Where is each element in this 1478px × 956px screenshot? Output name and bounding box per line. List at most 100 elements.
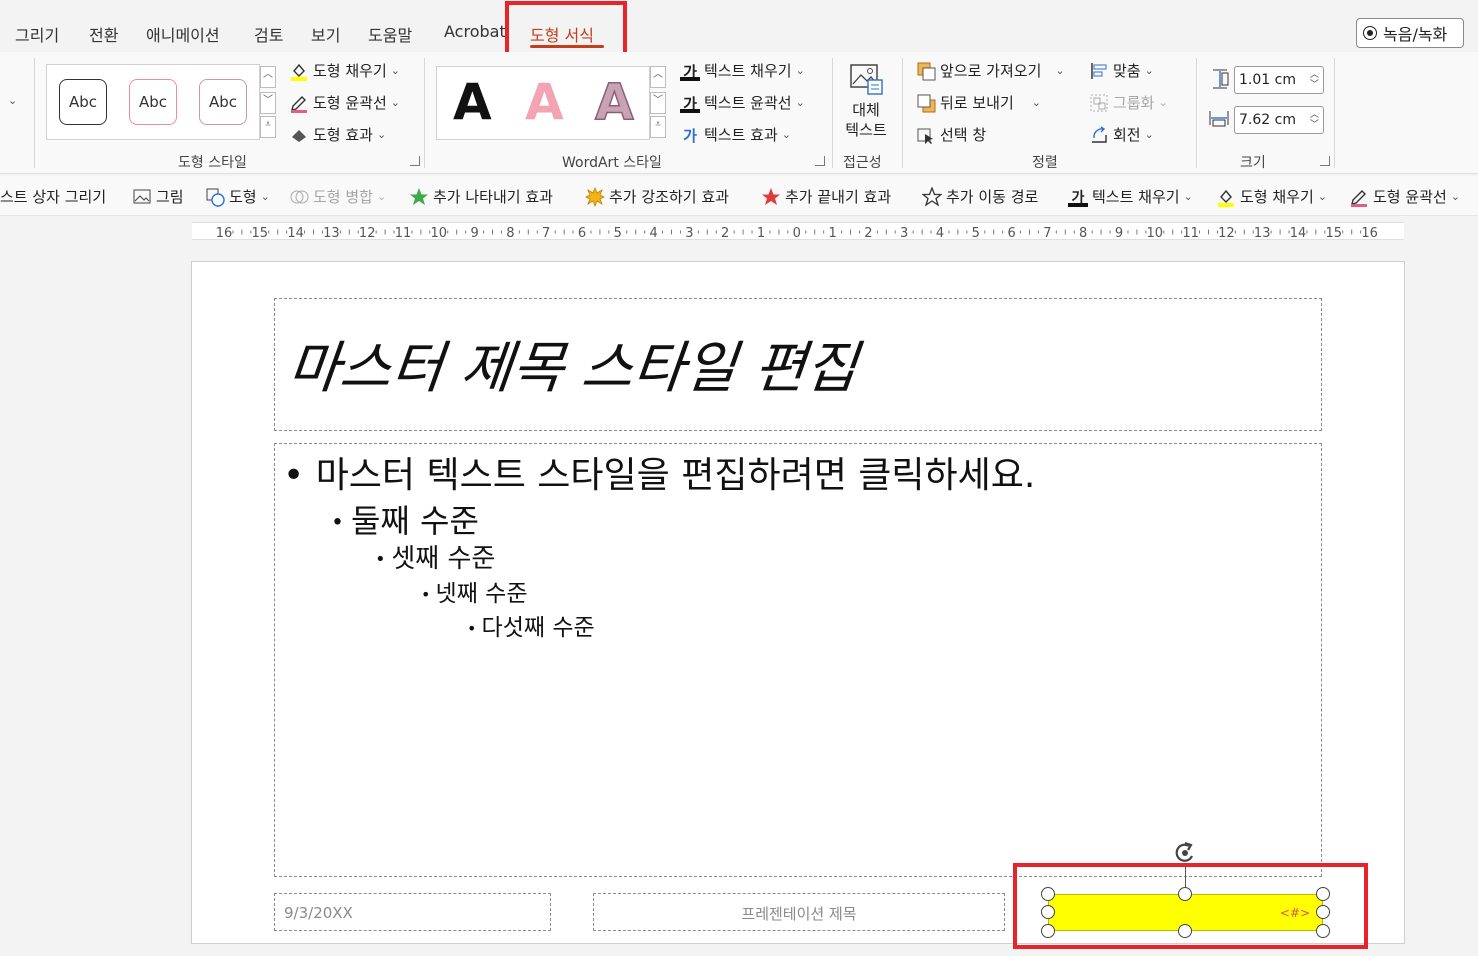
qat-shape-outline-button[interactable]: 도형 윤곽선 ⌄: [1349, 186, 1460, 207]
wordart-scroll-down-icon[interactable]: ﹀: [650, 92, 666, 114]
shape-effects-button[interactable]: 도형 효과 ⌄: [289, 124, 386, 145]
ruler-label: 13: [323, 226, 340, 241]
alt-text-icon: [848, 62, 884, 96]
align-button[interactable]: 맞춤 ⌄: [1089, 60, 1154, 81]
dialog-launcher-icon[interactable]: [410, 156, 420, 166]
date-text: 9/3/20XX: [284, 904, 353, 922]
shape-effects-icon: [289, 125, 309, 145]
pencil-icon: [1349, 187, 1369, 207]
gallery-more-icon[interactable]: ⩡: [260, 116, 276, 138]
shape-fill-button[interactable]: 도형 채우기 ⌄: [289, 60, 400, 81]
exit-effect-button[interactable]: 추가 끝내기 효과: [761, 186, 891, 207]
bullet-level-4-text: 넷째 수준: [435, 581, 528, 607]
alt-text-button[interactable]: 대체 텍스트: [842, 62, 890, 140]
text-effects-icon: 가: [683, 126, 697, 145]
send-backward-button[interactable]: 뒤로 보내기 ⌄: [916, 92, 1041, 113]
shape-width-input[interactable]: 7.62 cm ︿ ﹀: [1234, 106, 1324, 134]
wordart-scroll-up-icon[interactable]: ︿: [650, 66, 666, 88]
selection-pane-button[interactable]: 선택 창: [916, 124, 986, 145]
ruler-label: 6: [1007, 226, 1015, 241]
selection-pane-label: 선택 창: [940, 126, 987, 144]
qat-shape-fill-button[interactable]: 도형 채우기 ⌄: [1216, 186, 1327, 207]
alt-text-label-1: 대체: [852, 101, 880, 119]
ruler-label: 14: [287, 226, 304, 241]
shape-height-input[interactable]: 1.01 cm ︿ ﹀: [1234, 66, 1324, 94]
ribbon-scroll-left-icon[interactable]: ⌄: [8, 94, 17, 107]
shapes-button[interactable]: 도형 ⌄: [205, 186, 270, 207]
horizontal-ruler[interactable]: 16 15 14 13 12 11 10 9 8 7 6 5 4 3 2 1 0 1 2 3 4 5 6 7 8 9 10 11 12 1…: [192, 222, 1404, 241]
green-star-icon: [409, 187, 429, 207]
footer-text: 프레젠테이션 제목: [741, 905, 857, 923]
ruler-label: 1: [828, 226, 836, 241]
chevron-down-icon: ⌄: [376, 128, 387, 141]
shape-outline-label: 도형 윤곽선: [313, 94, 387, 112]
ruler-label: 0: [793, 226, 801, 241]
wordart-more-icon[interactable]: ⩡: [650, 116, 666, 138]
chevron-down-icon: ⌄: [1055, 64, 1065, 77]
record-button[interactable]: 녹음/녹화: [1356, 18, 1464, 48]
date-placeholder[interactable]: 9/3/20XX: [274, 893, 551, 931]
bullet-level-1-text: 마스터 텍스트 스타일을 편집하려면 클릭하세요.: [315, 455, 1036, 496]
rotate-button[interactable]: 회전 ⌄: [1089, 124, 1154, 145]
shape-effects-label: 도형 효과: [313, 126, 373, 144]
gallery-scroll-up-icon[interactable]: ︿: [260, 66, 276, 88]
draw-text-box-button[interactable]: 스트 상자 그리기: [0, 186, 106, 207]
bullet-level-1: • 마스터 텍스트 스타일을 편집하려면 클릭하세요.: [283, 455, 1036, 496]
qat-shape-fill-label: 도형 채우기: [1240, 188, 1314, 206]
tab-help[interactable]: 도움말: [368, 22, 412, 46]
emphasis-effect-button[interactable]: 추가 강조하기 효과: [585, 186, 729, 207]
content-placeholder[interactable]: • 마스터 텍스트 스타일을 편집하려면 클릭하세요. • 둘째 수준 • 셋째…: [274, 443, 1322, 877]
tab-review[interactable]: 검토: [254, 22, 283, 46]
shape-style-preset-1[interactable]: Abc: [59, 79, 107, 125]
tab-animations[interactable]: 애니메이션: [146, 22, 220, 46]
ruler-label: 1: [757, 226, 765, 241]
selection-pane-icon: [916, 125, 936, 145]
shape-style-preset-2[interactable]: Abc: [129, 79, 177, 125]
group-label-wordart: WordArt 스타일: [562, 155, 662, 171]
wordart-preset-2[interactable]: A: [525, 73, 564, 131]
footer-placeholder[interactable]: 프레젠테이션 제목: [593, 893, 1005, 931]
text-effects-button[interactable]: 가 텍스트 효과 ⌄: [680, 124, 791, 145]
ruler-label: 11: [395, 226, 412, 241]
tab-draw[interactable]: 그리기: [15, 22, 59, 46]
bullet-level-3: • 셋째 수준: [375, 544, 496, 574]
height-spinner-icon[interactable]: ︿ ﹀: [1310, 70, 1319, 90]
wordart-preset-1[interactable]: A: [453, 73, 492, 131]
ruler-label: 7: [542, 226, 550, 241]
shape-outline-button[interactable]: 도형 윤곽선 ⌄: [289, 92, 400, 113]
ruler-label: 11: [1182, 226, 1199, 241]
ruler-ticks: 16 15 14 13 12 11 10 9 8 7 6 5 4 3 2 1 0 1 2 3 4 5 6 7 8 9 10 11 12 1…: [216, 226, 1378, 241]
shape-highlight-box: [1013, 863, 1368, 949]
ruler-label: 4: [936, 226, 944, 241]
chevron-down-icon: ⌄: [781, 128, 791, 141]
tab-acrobat[interactable]: Acrobat: [444, 22, 506, 41]
qat-text-fill-button[interactable]: 가 텍스트 채우기 ⌄: [1068, 186, 1193, 207]
ruler-label: 14: [1290, 226, 1307, 241]
bullet-level-3-text: 셋째 수준: [391, 544, 496, 574]
shape-width-icon: [1208, 108, 1229, 128]
ruler-label: 3: [900, 226, 908, 241]
picture-button[interactable]: 그림: [132, 186, 184, 207]
ruler-label: 15: [252, 226, 269, 241]
width-spinner-icon[interactable]: ︿ ﹀: [1310, 110, 1319, 130]
shape-style-preset-3[interactable]: Abc: [199, 79, 247, 125]
bring-forward-label: 앞으로 가져오기: [940, 62, 1042, 80]
entrance-effect-button[interactable]: 추가 나타내기 효과: [409, 186, 553, 207]
gallery-scroll-down-icon[interactable]: ﹀: [260, 92, 276, 114]
title-placeholder[interactable]: 마스터 제목 스타일 편집: [274, 298, 1322, 431]
group-button[interactable]: 그룹화 ⌄: [1089, 92, 1168, 113]
text-fill-button[interactable]: 가 텍스트 채우기 ⌄: [680, 60, 805, 81]
dialog-launcher-icon[interactable]: [815, 156, 825, 166]
text-outline-button[interactable]: 가 텍스트 윤곽선 ⌄: [680, 92, 805, 113]
chevron-down-icon: ⌄: [1450, 190, 1460, 203]
merge-shapes-button[interactable]: 도형 병합 ⌄: [289, 186, 386, 207]
tab-view[interactable]: 보기: [311, 22, 340, 46]
exit-effect-label: 추가 끝내기 효과: [785, 188, 892, 206]
shape-fill-label: 도형 채우기: [313, 62, 387, 80]
dialog-launcher-icon[interactable]: [1320, 156, 1330, 166]
chevron-down-icon: ⌄: [795, 96, 805, 109]
wordart-preset-3[interactable]: A: [594, 72, 634, 132]
motion-path-button[interactable]: 추가 이동 경로: [921, 185, 1038, 207]
tab-transitions[interactable]: 전환: [89, 22, 118, 46]
bring-forward-button[interactable]: 앞으로 가져오기 ⌄: [916, 60, 1065, 81]
